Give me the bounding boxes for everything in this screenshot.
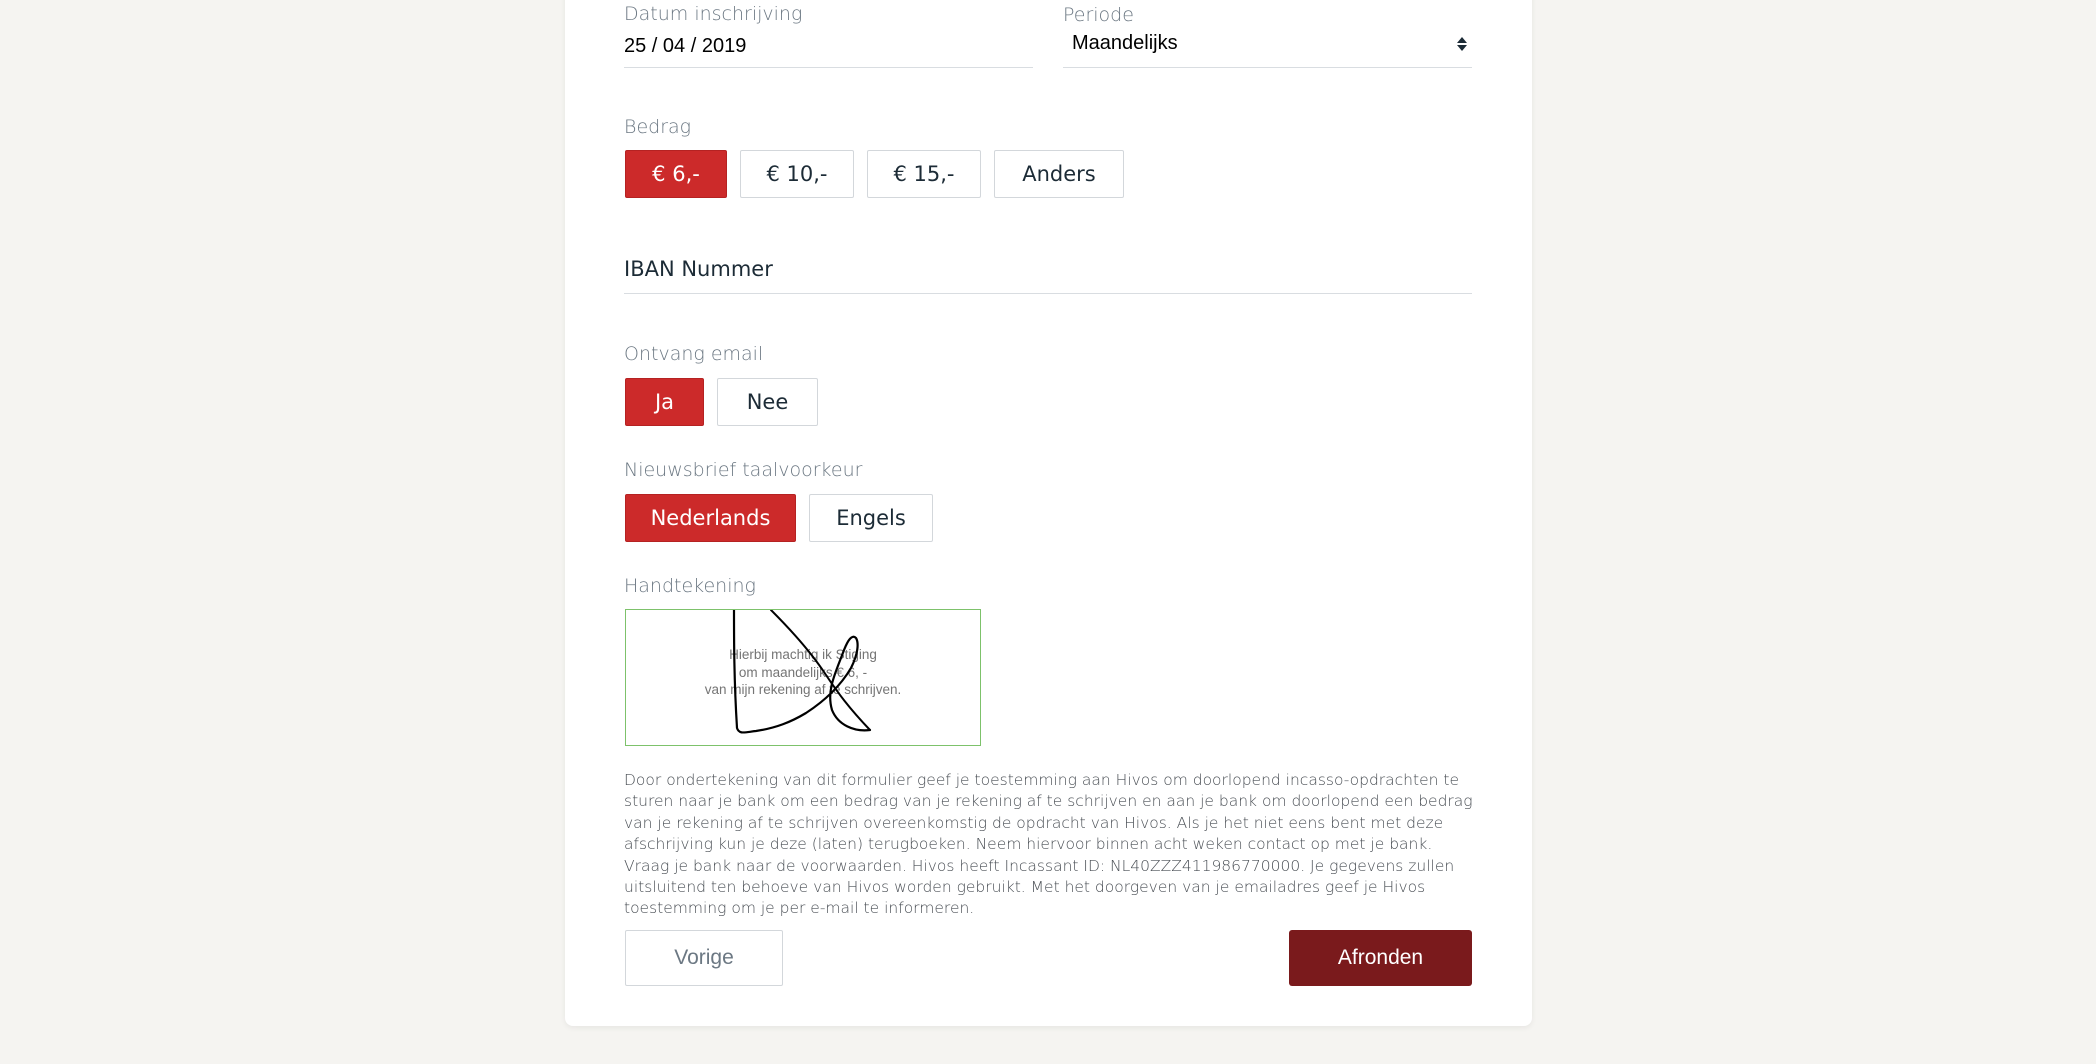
email-option-no[interactable]: Nee bbox=[717, 378, 818, 426]
period-underline bbox=[1063, 67, 1472, 68]
amount-option-15[interactable]: € 15,- bbox=[867, 150, 981, 198]
signature-stroke bbox=[732, 610, 872, 734]
select-arrows-icon[interactable] bbox=[1456, 34, 1468, 54]
newsletter-language-label: Nieuwsbrief taalvoorkeur bbox=[624, 459, 863, 481]
iban-input[interactable]: IBAN Nummer bbox=[624, 257, 773, 281]
amount-option-6[interactable]: € 6,- bbox=[625, 150, 727, 198]
period-select[interactable]: Maandelijks bbox=[1072, 32, 1178, 55]
signature-label: Handtekening bbox=[624, 575, 756, 597]
period-label: Periode bbox=[1063, 4, 1134, 26]
iban-underline bbox=[624, 293, 1472, 294]
sepa-mandate-text: Door ondertekening van dit formulier gee… bbox=[624, 771, 1473, 918]
email-option-yes[interactable]: Ja bbox=[625, 378, 704, 426]
finish-button[interactable]: Afronden bbox=[1289, 930, 1472, 986]
date-label: Datum inschrijving bbox=[624, 3, 803, 25]
amount-option-other[interactable]: Anders bbox=[994, 150, 1124, 198]
amount-option-10[interactable]: € 10,- bbox=[740, 150, 854, 198]
language-option-dutch[interactable]: Nederlands bbox=[625, 494, 796, 542]
date-field[interactable]: 25 / 04 / 2019 bbox=[624, 35, 746, 58]
previous-button[interactable]: Vorige bbox=[625, 930, 783, 986]
amount-label: Bedrag bbox=[624, 116, 692, 138]
date-underline bbox=[624, 67, 1033, 68]
language-option-english[interactable]: Engels bbox=[809, 494, 933, 542]
email-label: Ontvang email bbox=[624, 343, 764, 365]
donation-form-card: Datum inschrijving 25 / 04 / 2019 Period… bbox=[565, 0, 1532, 1026]
signature-pad[interactable]: Hierbij machtig ik Stiging om maandelijk… bbox=[625, 609, 981, 746]
